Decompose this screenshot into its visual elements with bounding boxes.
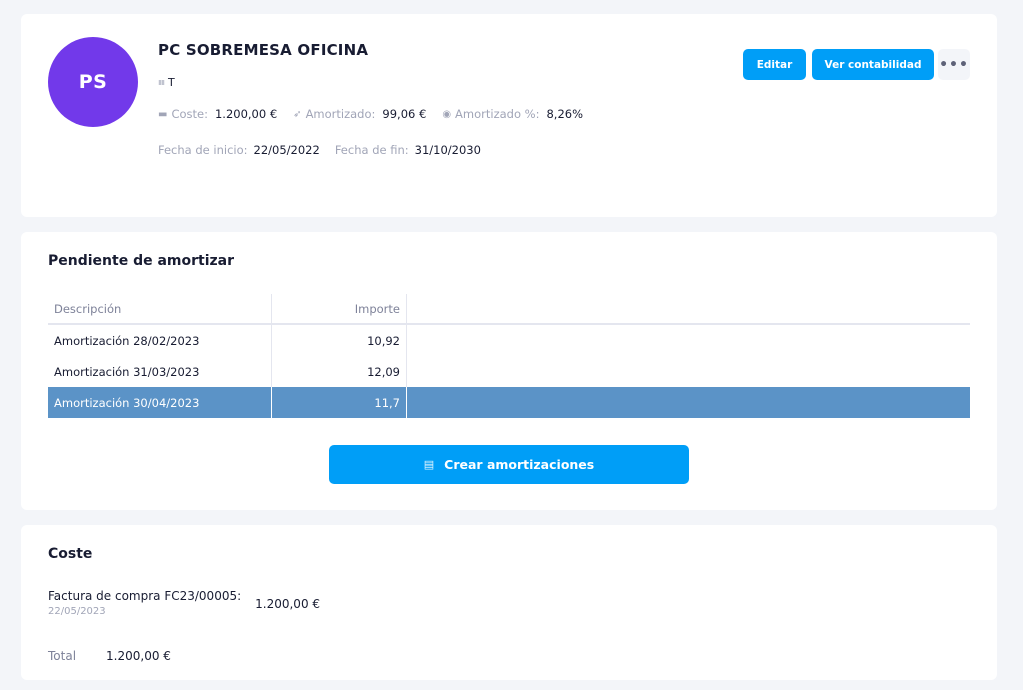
invoice-link[interactable]: Factura de compra FC23/00005: (48, 589, 241, 603)
start-date-label: Fecha de inicio: (158, 143, 248, 157)
document-check-icon: ▤ (423, 458, 435, 471)
grid-body: Amortización 28/02/2023 10,92 Amortizaci… (48, 325, 970, 418)
amortized-label: Amortizado: (305, 107, 376, 121)
cost-card: Coste Factura de compra FC23/00005: 22/0… (21, 525, 997, 680)
more-horizontal-icon: ••• (939, 56, 969, 73)
row-amount: 11,7 (272, 387, 407, 418)
invoice-amount: 1.200,00 € (255, 597, 321, 611)
rocket-icon: ➶ (293, 108, 302, 120)
row-amount: 10,92 (272, 325, 407, 356)
view-accounting-button[interactable]: Ver contabilidad (812, 49, 934, 80)
end-date-label: Fecha de fin: (334, 143, 409, 157)
edit-button[interactable]: Editar (743, 49, 806, 80)
total-line: Total 1.200,00 € (48, 649, 171, 663)
pending-section-title: Pendiente de amortizar (48, 253, 235, 269)
end-date-value: 31/10/2030 (414, 143, 481, 157)
percent-icon: ◉ (442, 108, 452, 120)
amortized-percent-value: 8,26% (546, 107, 584, 121)
start-date-value: 22/05/2022 (253, 143, 320, 157)
page-title: PC SOBREMESA OFICINA (158, 41, 369, 59)
barcode-icon: ıııı (158, 77, 165, 88)
invoice-date: 22/05/2023 (48, 606, 106, 617)
more-options-button[interactable]: ••• (938, 49, 970, 80)
row-description: Amortización 31/03/2023 (48, 356, 272, 387)
table-row[interactable]: Amortización 31/03/2023 12,09 (48, 356, 970, 387)
cost-label: Coste: (171, 107, 208, 121)
row-filler (407, 325, 970, 356)
row-description: Amortización 30/04/2023 (48, 387, 272, 418)
credit-card-icon: ▬ (158, 108, 168, 120)
cost-value: 1.200,00 € (214, 107, 278, 121)
avatar: PS (48, 37, 138, 127)
barcode-row: ıııı T (158, 76, 175, 89)
table-row-selected[interactable]: Amortización 30/04/2023 11,7 (48, 387, 970, 418)
total-label: Total (48, 649, 77, 663)
column-header-amount[interactable]: Importe (272, 294, 407, 323)
asset-dates: Fecha de inicio: 22/05/2022 Fecha de fin… (158, 143, 496, 157)
barcode-value: T (168, 76, 175, 89)
invoice-line: Factura de compra FC23/00005: 22/05/2023… (48, 589, 320, 617)
row-amount: 12,09 (272, 356, 407, 387)
table-row[interactable]: Amortización 28/02/2023 10,92 (48, 325, 970, 356)
asset-header-card: PS PC SOBREMESA OFICINA ıııı T ▬ Coste: … (21, 14, 997, 217)
column-header-description[interactable]: Descripción (48, 294, 272, 323)
row-filler (407, 387, 970, 418)
create-amortizations-label: Crear amortizaciones (444, 457, 595, 472)
row-filler (407, 356, 970, 387)
amortized-value: 99,06 € (382, 107, 427, 121)
create-amortizations-button[interactable]: ▤ Crear amortizaciones (329, 445, 689, 484)
pending-grid: Descripción Importe Amortización 28/02/2… (48, 294, 970, 418)
total-value: 1.200,00 € (106, 649, 171, 663)
row-description: Amortización 28/02/2023 (48, 325, 272, 356)
asset-metrics: ▬ Coste: 1.200,00 € ➶ Amortizado: 99,06 … (158, 107, 599, 121)
grid-header-row: Descripción Importe (48, 294, 970, 325)
amortized-percent-label: Amortizado %: (455, 107, 540, 121)
cost-section-title: Coste (48, 546, 93, 562)
column-header-filler (407, 294, 970, 323)
pending-amortization-card: Pendiente de amortizar Descripción Impor… (21, 232, 997, 510)
